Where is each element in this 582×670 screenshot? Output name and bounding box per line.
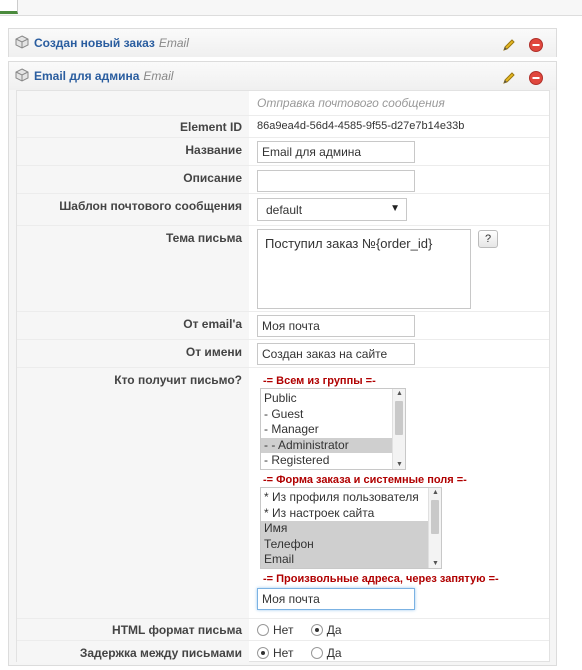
subject-textarea[interactable]: Поступил заказ №{order_id} xyxy=(257,229,471,309)
top-bar xyxy=(0,0,582,16)
edit-pencil-icon[interactable] xyxy=(501,68,517,84)
chevron-down-icon: ▼ xyxy=(390,203,400,214)
recipients-row: Кто получит письмо? -= Всем из группы =-… xyxy=(17,367,549,622)
list-item[interactable]: - Manager xyxy=(261,422,405,438)
from-email-input[interactable] xyxy=(257,315,415,337)
html-format-yes-label[interactable]: Да xyxy=(327,623,342,637)
delay-yes-label[interactable]: Да xyxy=(327,646,342,660)
list-item[interactable]: - - Administrator xyxy=(261,437,392,453)
html-format-row: HTML формат письма Нет Да xyxy=(17,618,549,640)
delay-no-radio[interactable] xyxy=(257,646,269,659)
delay-no-label[interactable]: Нет xyxy=(273,646,293,660)
element-form: Отправка почтового сообщения Element ID … xyxy=(16,90,550,663)
delay-label: Задержка между письмами xyxy=(79,646,242,660)
top-tab[interactable] xyxy=(0,0,18,14)
scroll-thumb[interactable] xyxy=(431,500,439,534)
form-subtitle-row: Отправка почтового сообщения xyxy=(17,91,549,115)
template-label: Шаблон почтового сообщения xyxy=(59,199,242,213)
delete-icon[interactable] xyxy=(528,68,544,85)
from-email-row: От email'а xyxy=(17,311,549,339)
html-format-label: HTML формат письма xyxy=(112,623,242,637)
groups-heading: -= Всем из группы =- xyxy=(263,375,376,387)
element-id-label: Element ID xyxy=(179,120,242,134)
from-name-row: От имени xyxy=(17,339,549,367)
panel-title[interactable]: Создан новый заказ xyxy=(34,36,155,50)
html-format-no-radio[interactable] xyxy=(257,623,269,636)
scroll-down-icon[interactable]: ▼ xyxy=(432,560,439,567)
cube-icon xyxy=(15,35,29,49)
delay-row: Задержка между письмами Нет Да xyxy=(17,640,549,663)
delay-radio-group: Нет Да xyxy=(257,645,356,660)
custom-heading: -= Произвольные адреса, через запятую =- xyxy=(263,573,499,585)
subject-label: Тема письма xyxy=(165,231,242,245)
list-item[interactable]: Email xyxy=(261,552,428,568)
html-format-no-label[interactable]: Нет xyxy=(273,623,293,637)
panel-type: Email xyxy=(143,69,174,83)
recipients-label: Кто получит письмо? xyxy=(114,373,242,387)
html-format-radio-group: Нет Да xyxy=(257,622,356,637)
fields-listbox[interactable]: * Из профиля пользователя * Из настроек … xyxy=(260,487,442,569)
list-item[interactable]: - Guest xyxy=(261,407,405,423)
element-id-value: 86a9ea4d-56d4-4585-9f55-d27e7b14e33b xyxy=(257,120,465,132)
description-label: Описание xyxy=(183,171,242,185)
template-row: Шаблон почтового сообщения default ▼ xyxy=(17,193,549,225)
description-input[interactable] xyxy=(257,170,415,192)
subject-row: Тема письма Поступил заказ №{order_id} ? xyxy=(17,225,549,311)
help-button[interactable]: ? xyxy=(478,230,498,248)
list-item[interactable]: Имя xyxy=(261,521,428,537)
custom-recipients-input[interactable] xyxy=(257,588,415,610)
list-item[interactable]: Public xyxy=(261,391,405,407)
delay-yes-radio[interactable] xyxy=(310,646,323,659)
scroll-up-icon[interactable]: ▲ xyxy=(396,390,403,397)
scroll-down-icon[interactable]: ▼ xyxy=(396,461,403,468)
list-item[interactable]: - Registered xyxy=(261,453,405,469)
groups-listbox[interactable]: Public - Guest - Manager - - Administrat… xyxy=(260,388,406,470)
list-item[interactable]: * Из настроек сайта xyxy=(261,506,441,522)
name-row: Название xyxy=(17,137,549,165)
scrollbar[interactable]: ▲ ▼ xyxy=(428,488,441,568)
from-email-label: От email'а xyxy=(183,317,242,331)
html-format-yes-radio[interactable] xyxy=(310,623,323,636)
list-item[interactable]: Телефон xyxy=(261,536,428,552)
edit-pencil-icon[interactable] xyxy=(501,35,517,51)
delete-icon[interactable] xyxy=(528,35,544,52)
list-item[interactable]: * Из профиля пользователя xyxy=(261,490,441,506)
panel-title[interactable]: Email для админа xyxy=(34,69,139,83)
scroll-up-icon[interactable]: ▲ xyxy=(432,489,439,496)
cube-icon xyxy=(15,68,29,82)
form-subtitle: Отправка почтового сообщения xyxy=(257,96,445,110)
name-input[interactable] xyxy=(257,141,415,163)
name-label: Название xyxy=(185,143,242,157)
panel-header[interactable]: Создан новый заказ Email xyxy=(9,29,556,57)
scroll-thumb[interactable] xyxy=(395,401,403,435)
panel-header[interactable]: Email для админа Email xyxy=(9,62,556,90)
panel-type: Email xyxy=(158,36,189,50)
template-select[interactable]: default ▼ xyxy=(257,198,407,221)
from-name-input[interactable] xyxy=(257,343,415,365)
element-panel-order-created: Создан новый заказ Email xyxy=(8,28,557,57)
description-row: Описание xyxy=(17,165,549,193)
element-panel-admin-email: Email для админа Email Отправка почтового… xyxy=(8,61,557,666)
template-select-value: default xyxy=(266,203,303,217)
fields-heading: -= Форма заказа и системные поля =- xyxy=(263,474,467,486)
scrollbar[interactable]: ▲ ▼ xyxy=(392,389,405,469)
from-name-label: От имени xyxy=(185,345,242,359)
element-id-row: Element ID 86a9ea4d-56d4-4585-9f55-d27e7… xyxy=(17,115,549,137)
